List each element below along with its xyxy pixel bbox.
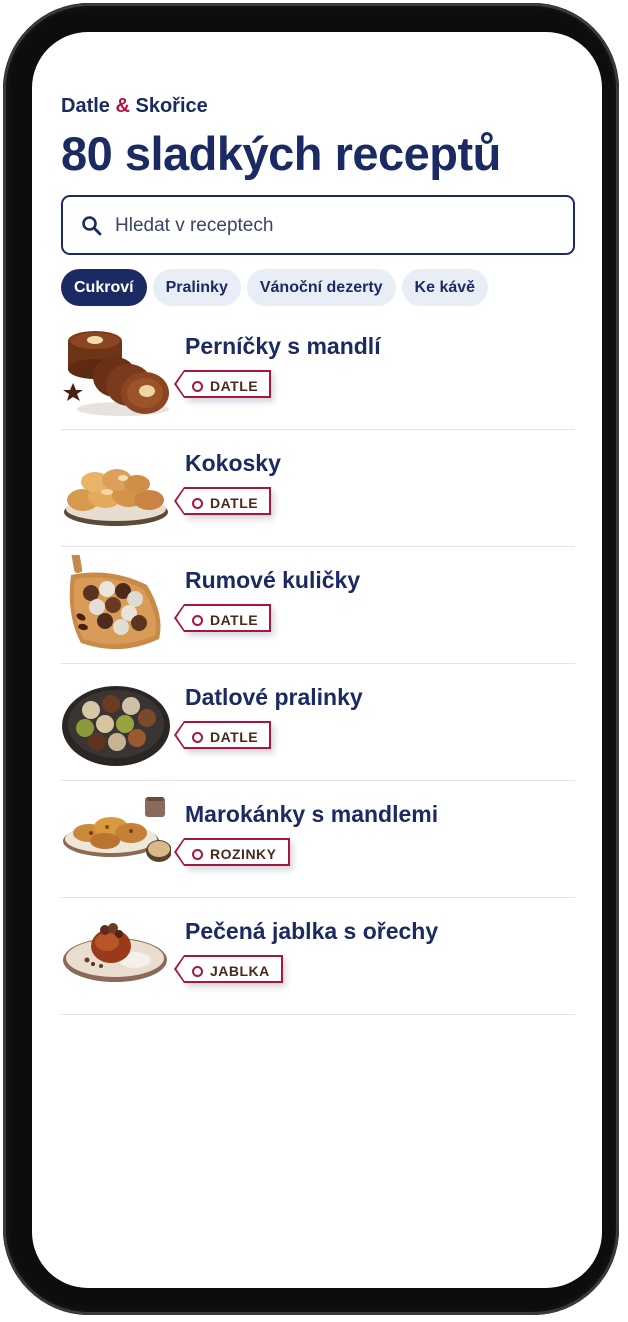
tag-label: JABLKA	[210, 963, 270, 979]
search-box[interactable]	[61, 195, 575, 255]
gingerbread-cookies-image	[63, 331, 169, 416]
recipe-item[interactable]: Datlové pralinky DATLE	[61, 664, 575, 781]
ingredient-tag: DATLE	[174, 604, 272, 632]
tag-label: ROZINKY	[210, 846, 277, 862]
brand-logo: Datle & Skořice	[61, 95, 208, 118]
tag-label: DATLE	[210, 495, 259, 511]
tag-label: DATLE	[210, 612, 259, 628]
coconut-macaroons-image	[64, 469, 168, 526]
recipe-title: Rumové kuličky	[185, 567, 361, 593]
baked-apples-image	[63, 923, 167, 982]
florentines-image	[63, 797, 171, 862]
tag-hole-icon	[192, 381, 203, 392]
chip-vanocni-dezerty[interactable]: Vánoční dezerty	[246, 269, 396, 306]
search-input[interactable]	[113, 197, 557, 255]
recipe-item[interactable]: Pečená jablka s ořechy JABLKA	[61, 898, 575, 1015]
tag-edge-icon	[174, 721, 186, 749]
tag-hole-icon	[192, 615, 203, 626]
page-title: 80 sladkých receptů	[61, 127, 501, 180]
tag-edge-icon	[174, 370, 186, 398]
tag-hole-icon	[192, 732, 203, 743]
recipe-item[interactable]: Marokánky s mandlemi ROZINKY	[61, 781, 575, 898]
ingredient-tag: DATLE	[174, 721, 272, 749]
tag-label: DATLE	[210, 378, 259, 394]
recipe-title: Kokosky	[185, 450, 281, 476]
tag-hole-icon	[192, 849, 203, 860]
recipe-title: Pečená jablka s ořechy	[185, 918, 439, 944]
brand-ampersand: &	[115, 95, 130, 117]
brand-name-part1: Datle	[61, 95, 116, 117]
tag-label: DATLE	[210, 729, 259, 745]
tag-edge-icon	[174, 838, 186, 866]
recipe-title: Datlové pralinky	[185, 684, 363, 710]
ingredient-tag: DATLE	[174, 370, 272, 398]
tag-hole-icon	[192, 966, 203, 977]
tag-hole-icon	[192, 498, 203, 509]
recipe-title: Marokánky s mandlemi	[185, 801, 439, 827]
brand-name-part2: Skořice	[129, 95, 208, 117]
ingredient-tag: DATLE	[174, 487, 272, 515]
chip-cukrovi[interactable]: Cukroví	[61, 269, 147, 306]
tag-edge-icon	[174, 487, 186, 515]
category-filter-chips: Cukroví Pralinky Vánoční dezerty Ke kávě	[61, 269, 494, 306]
recipe-item[interactable]: Rumové kuličky DATLE	[61, 547, 575, 664]
chip-pralinky[interactable]: Pralinky	[152, 269, 241, 306]
recipe-item[interactable]: Kokosky DATLE	[61, 430, 575, 547]
ingredient-tag: JABLKA	[174, 955, 283, 983]
phone-frame: Datle & Skořice 80 sladkých receptů Cukr…	[3, 3, 619, 1315]
recipe-title: Perníčky s mandlí	[185, 333, 381, 359]
chip-ke-kave[interactable]: Ke kávě	[401, 269, 489, 306]
tag-edge-icon	[174, 604, 186, 632]
recipe-item[interactable]: Perníčky s mandlí DATLE	[61, 313, 575, 430]
screen: Datle & Skořice 80 sladkých receptů Cukr…	[32, 32, 602, 1288]
tag-edge-icon	[174, 955, 186, 983]
date-pralines-image	[62, 686, 170, 766]
search-icon	[82, 216, 102, 236]
ingredient-tag: ROZINKY	[174, 838, 290, 866]
recipe-list: Perníčky s mandlí DATLE Kokosky DATLE Ru…	[61, 313, 575, 1015]
rum-balls-image	[69, 555, 161, 650]
